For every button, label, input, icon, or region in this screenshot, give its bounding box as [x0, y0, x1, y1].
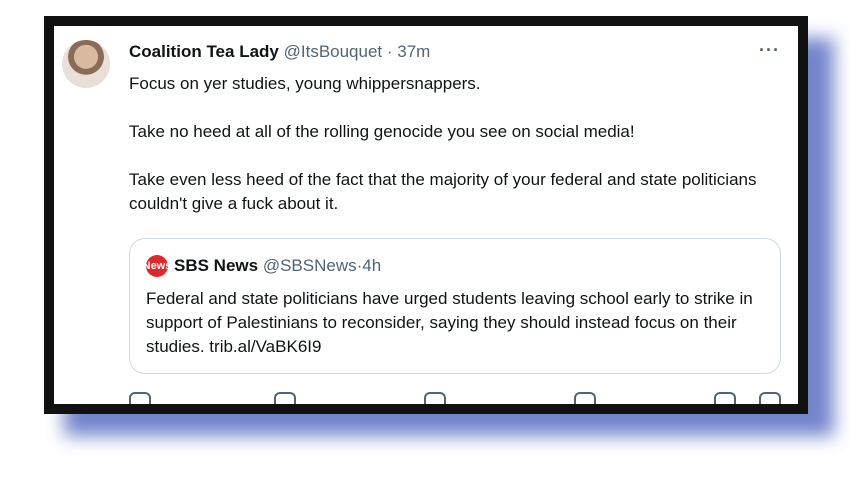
author-handle[interactable]: @ItsBouquet: [284, 42, 383, 61]
separator-dot: ·: [382, 42, 398, 61]
quoted-tweet[interactable]: News SBS News @SBSNews · 4h Federal and …: [129, 238, 781, 374]
tweet-text: Focus on yer studies, young whippersnapp…: [129, 72, 779, 240]
action-bar: [129, 392, 781, 404]
avatar[interactable]: [62, 40, 110, 88]
quoted-author-name: SBS News: [174, 256, 259, 275]
like-icon[interactable]: [424, 392, 446, 404]
quoted-text: Federal and state politicians have urged…: [146, 289, 753, 356]
share-icon[interactable]: [759, 392, 781, 404]
author-name[interactable]: Coalition Tea Lady: [129, 42, 279, 61]
paragraph: Take even less heed of the fact that the…: [129, 170, 757, 213]
tweet-card: Coalition Tea Lady @ItsBouquet · 37m ···…: [54, 26, 798, 404]
reply-icon[interactable]: [129, 392, 151, 404]
timestamp[interactable]: 37m: [397, 42, 430, 61]
tweet-header: Coalition Tea Lady @ItsBouquet · 37m: [129, 42, 430, 62]
views-icon[interactable]: [574, 392, 596, 404]
paragraph: Focus on yer studies, young whippersnapp…: [129, 74, 481, 93]
bookmark-icon[interactable]: [714, 392, 736, 404]
retweet-icon[interactable]: [274, 392, 296, 404]
more-options-icon[interactable]: ···: [759, 40, 780, 61]
sbs-news-logo: News: [143, 255, 171, 277]
quoted-handle: @SBSNews: [262, 256, 357, 275]
paragraph: Take no heed at all of the rolling genoc…: [129, 122, 635, 141]
quoted-header: News SBS News @SBSNews · 4h: [143, 255, 382, 277]
quoted-timestamp: 4h: [362, 256, 382, 275]
